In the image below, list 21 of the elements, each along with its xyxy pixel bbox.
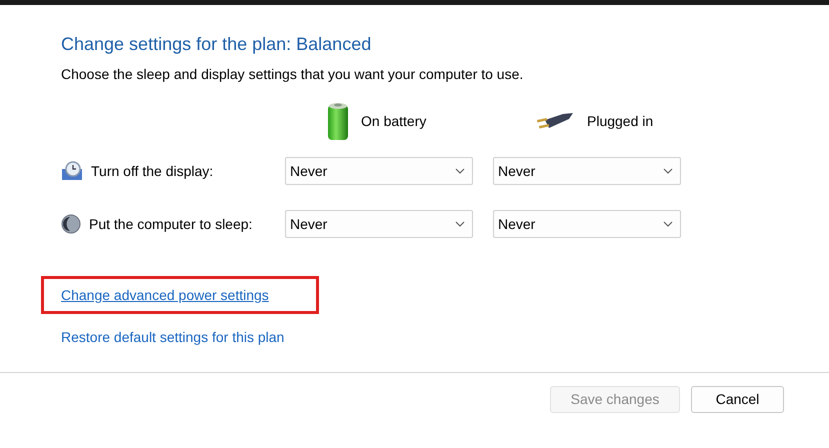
dialog-button[interactable]: Cancel — [691, 386, 784, 413]
setting-label: Put the computer to sleep: — [89, 214, 252, 234]
setting-label: Turn off the display: — [91, 162, 214, 181]
column-heading: Plugged in — [587, 112, 654, 131]
link[interactable]: Restore default settings for this plan — [61, 326, 284, 348]
chevron-down-icon — [663, 221, 673, 227]
battery-icon — [327, 101, 349, 141]
dropdown[interactable]: Never — [285, 157, 473, 185]
moon-icon — [61, 214, 81, 234]
page-title: Change settings for the plan: Balanced — [61, 33, 372, 56]
page-description: Choose the sleep and display settings that you want your computer to use. — [61, 65, 524, 84]
plug-icon — [535, 111, 575, 131]
column-heading: On battery — [361, 112, 426, 131]
clock-monitor-icon — [61, 161, 83, 181]
dropdown[interactable]: Never — [493, 210, 681, 238]
chevron-down-icon — [455, 221, 465, 227]
chevron-down-icon — [663, 168, 673, 174]
chevron-down-icon — [455, 168, 465, 174]
dropdown[interactable]: Never — [285, 210, 473, 238]
link[interactable]: Change advanced power settings — [61, 284, 269, 306]
dropdown[interactable]: Never — [493, 157, 681, 185]
